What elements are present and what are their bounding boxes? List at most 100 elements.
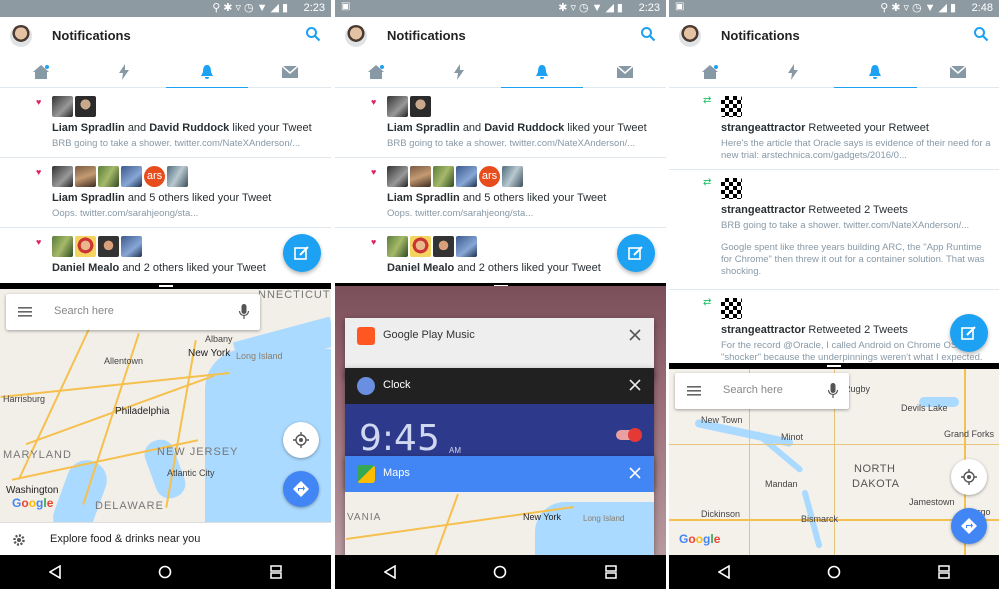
notification-list: ⇄ strangeattractor Retweeted your Retwee… <box>669 88 999 364</box>
map-label: Atlantic City <box>167 468 215 478</box>
directions-button[interactable] <box>951 508 987 544</box>
list-item[interactable]: ⇄ strangeattractor Retweeted your Retwee… <box>669 88 999 170</box>
list-item[interactable]: ⇄ strangeattractor Retweeted 2 Tweets BR… <box>669 170 999 290</box>
map-label: Minot <box>781 432 804 442</box>
status-icons: ⚲✱▿◷▼◢▮ <box>212 2 291 14</box>
directions-button[interactable] <box>283 471 319 507</box>
map-search-bar[interactable]: Search here <box>675 373 849 409</box>
avatar[interactable] <box>52 236 73 257</box>
list-item[interactable]: ♥ Daniel Mealo and 2 others liked your T… <box>335 228 666 288</box>
back-button[interactable] <box>378 560 402 584</box>
recents-button[interactable] <box>932 560 956 584</box>
avatar[interactable] <box>75 96 96 117</box>
avatar[interactable] <box>121 236 142 257</box>
tab-moments[interactable] <box>418 55 501 88</box>
avatar[interactable] <box>410 96 431 117</box>
explore-bar[interactable]: Explore food & drinks near you <box>0 522 331 556</box>
notification-text: Liam Spradlin and 5 others liked your Tw… <box>387 192 607 204</box>
avatar[interactable] <box>52 166 73 187</box>
back-button[interactable] <box>712 560 736 584</box>
avatar-stack: ars <box>387 166 525 187</box>
avatar[interactable] <box>52 96 73 117</box>
list-item[interactable]: ♥ ars Liam Spradlin and 5 others liked y… <box>335 158 666 228</box>
search-input[interactable]: Search here <box>54 305 114 317</box>
avatar[interactable] <box>98 166 119 187</box>
map-search-bar[interactable]: Search here <box>6 294 260 330</box>
tab-notifications[interactable] <box>500 55 584 89</box>
tab-messages[interactable] <box>248 55 331 88</box>
avatar[interactable] <box>121 166 142 187</box>
avatar[interactable] <box>387 166 408 187</box>
close-icon[interactable] <box>628 378 642 392</box>
twitter-toolbar: Notifications <box>669 17 999 55</box>
list-item[interactable]: ♥ Liam Spradlin and David Ruddock liked … <box>335 88 666 158</box>
notification-snippet: BRB going to take a shower. twitter.com/… <box>721 220 970 231</box>
my-location-button[interactable] <box>283 422 319 458</box>
list-item[interactable]: ♥ Liam Spradlin and David Ruddock liked … <box>0 88 331 158</box>
menu-icon[interactable] <box>18 305 32 319</box>
avatar[interactable] <box>433 236 454 257</box>
avatar[interactable] <box>456 166 477 187</box>
avatar[interactable] <box>433 166 454 187</box>
list-item[interactable]: ♥ Daniel Mealo and 2 others liked your T… <box>0 228 331 288</box>
home-button[interactable] <box>822 560 846 584</box>
avatar[interactable] <box>387 236 408 257</box>
status-time: 2:48 <box>971 2 993 14</box>
tab-notifications[interactable] <box>165 55 249 89</box>
home-button[interactable] <box>153 560 177 584</box>
microphone-icon[interactable] <box>238 304 250 320</box>
compose-tweet-button[interactable] <box>283 234 321 272</box>
list-item[interactable]: ⇄ strangeattractor Retweeted 2 Tweets Fo… <box>669 290 999 364</box>
avatar[interactable] <box>75 236 96 257</box>
tab-messages[interactable] <box>583 55 666 88</box>
tab-notifications[interactable] <box>834 55 917 89</box>
notification-text: Daniel Mealo and 2 others liked your Twe… <box>52 262 266 274</box>
avatar[interactable] <box>679 25 701 47</box>
compose-icon <box>294 246 309 260</box>
list-item[interactable]: ♥ ars Liam Spradlin and 5 others liked y… <box>0 158 331 228</box>
twitter-toolbar: Notifications <box>0 17 331 55</box>
tab-home[interactable] <box>0 55 83 88</box>
tab-moments[interactable] <box>752 55 835 88</box>
avatar[interactable] <box>410 236 431 257</box>
home-button[interactable] <box>488 560 512 584</box>
search-icon[interactable] <box>973 26 989 42</box>
avatar[interactable] <box>75 166 96 187</box>
avatar[interactable] <box>456 236 477 257</box>
avatar-stack <box>52 96 98 117</box>
menu-icon[interactable] <box>687 384 701 398</box>
tab-home[interactable] <box>335 55 418 88</box>
microphone-icon[interactable] <box>827 383 839 399</box>
map-label: Washington <box>6 485 59 496</box>
tab-home[interactable] <box>669 55 752 88</box>
avatar[interactable] <box>502 166 523 187</box>
compose-tweet-button[interactable] <box>950 314 988 352</box>
avatar[interactable] <box>721 96 742 117</box>
avatar[interactable] <box>721 178 742 199</box>
close-icon[interactable] <box>628 466 642 480</box>
my-location-button[interactable] <box>951 459 987 495</box>
compose-tweet-button[interactable] <box>617 234 655 272</box>
search-icon[interactable] <box>640 26 656 42</box>
avatar[interactable] <box>345 25 367 47</box>
maps-icon <box>357 465 375 483</box>
tab-moments[interactable] <box>83 55 166 88</box>
close-icon[interactable] <box>628 328 642 342</box>
split-screen-icon <box>938 565 950 579</box>
avatar[interactable] <box>410 166 431 187</box>
avatar[interactable] <box>98 236 119 257</box>
search-input[interactable]: Search here <box>723 384 783 396</box>
back-button[interactable] <box>43 560 67 584</box>
search-icon[interactable] <box>305 26 321 42</box>
avatar[interactable] <box>387 96 408 117</box>
recents-button[interactable] <box>599 560 623 584</box>
bell-icon <box>200 64 213 79</box>
avatar[interactable] <box>167 166 188 187</box>
tab-messages[interactable] <box>917 55 999 88</box>
avatar-ars[interactable]: ars <box>144 166 165 187</box>
recent-card-maps[interactable]: Maps VANIA New York Long Island <box>345 456 654 556</box>
avatar[interactable] <box>10 25 32 47</box>
avatar-ars[interactable]: ars <box>479 166 500 187</box>
avatar[interactable] <box>721 298 742 319</box>
recents-button[interactable] <box>264 560 288 584</box>
